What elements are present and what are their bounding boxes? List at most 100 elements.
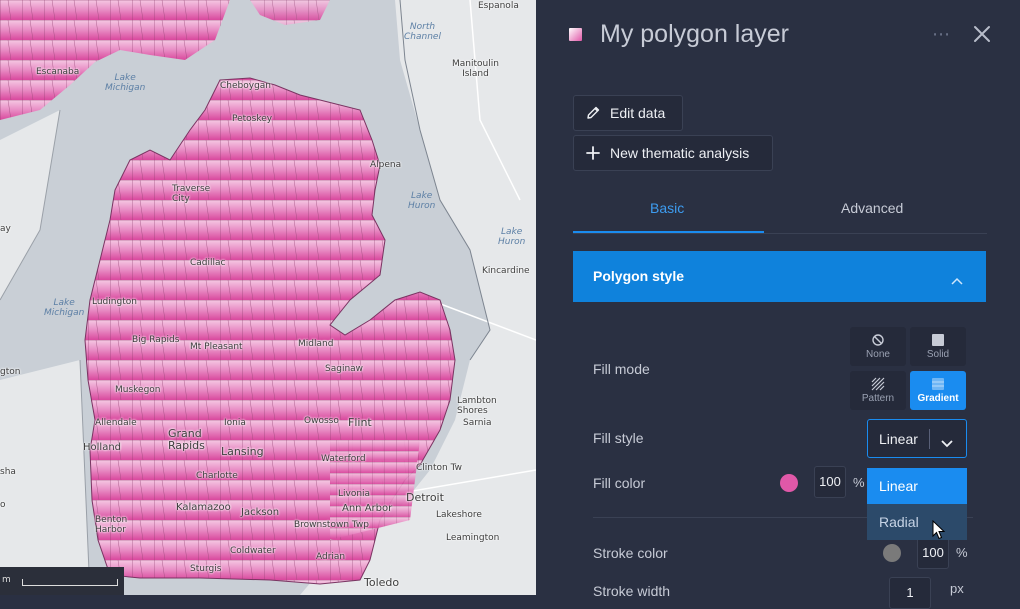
layer-swatch-icon bbox=[569, 28, 582, 41]
new-thematic-analysis-button[interactable]: New thematic analysis bbox=[573, 135, 773, 171]
map-label-sha: sha bbox=[0, 467, 16, 477]
map-label-ionia: Ionia bbox=[224, 418, 246, 428]
fill-mode-none-label: None bbox=[866, 349, 890, 360]
map-label-escanaba: Escanaba bbox=[36, 67, 80, 77]
map-label-espanola: Espanola bbox=[478, 1, 519, 11]
map-label-lansing: Lansing bbox=[221, 445, 264, 458]
map-label-clinton-twp: Clinton Tw bbox=[416, 463, 462, 473]
map-label-alpena: Alpena bbox=[370, 160, 402, 170]
fill-style-label: Fill style bbox=[593, 430, 644, 446]
map-label-gton: gton bbox=[0, 367, 21, 377]
map-label-holland: Holland bbox=[83, 442, 122, 453]
scale-bar: m bbox=[0, 567, 124, 595]
layer-style-panel: My polygon layer ⋯ Edit data New themati… bbox=[536, 0, 1020, 609]
map-label-cheboygan: Cheboygan bbox=[220, 81, 272, 91]
polygon-style-section-header[interactable]: Polygon style bbox=[573, 251, 986, 302]
map-label-sarnia: Sarnia bbox=[463, 418, 492, 428]
map-label-leamington: Leamington bbox=[446, 533, 500, 543]
map-label-flint: Flint bbox=[348, 416, 372, 429]
map-view[interactable]: Espanola North Channel Manitoulin Island… bbox=[0, 0, 536, 595]
edit-data-button[interactable]: Edit data bbox=[573, 95, 683, 131]
map-label-adrian: Adrian bbox=[316, 552, 346, 562]
map-label-traverse-city: Traverse City bbox=[172, 184, 211, 204]
hatch-pattern-icon bbox=[850, 377, 906, 391]
map-label-grand-rapids: Grand Rapids bbox=[168, 427, 205, 452]
map-label-kincardine: Kincardine bbox=[482, 266, 530, 276]
fill-mode-label: Fill mode bbox=[593, 361, 650, 377]
stroke-color-swatch[interactable] bbox=[883, 544, 901, 562]
fill-opacity-unit: % bbox=[853, 475, 865, 490]
map-label-ann-arbor: Ann Arbor bbox=[342, 503, 393, 514]
map-label-o: o bbox=[0, 500, 6, 510]
stroke-width-label: Stroke width bbox=[593, 583, 671, 599]
section-title: Polygon style bbox=[593, 268, 685, 284]
chevron-up-icon bbox=[950, 271, 964, 290]
layer-title[interactable]: My polygon layer bbox=[600, 20, 789, 49]
scale-bar-line bbox=[22, 579, 118, 586]
map-label-big-rapids: Big Rapids bbox=[132, 335, 180, 345]
map-label-kalamazoo: Kalamazoo bbox=[176, 502, 231, 513]
map-label-ludington: Ludington bbox=[92, 297, 137, 307]
map-label-mt-pleasant: Mt Pleasant bbox=[190, 342, 243, 352]
map-label-lake-michigan-2: Lake Michigan bbox=[44, 298, 85, 318]
fill-mode-none-button[interactable]: None bbox=[850, 327, 906, 366]
map-label-lake-michigan-1: Lake Michigan bbox=[105, 73, 146, 93]
map-label-toledo: Toledo bbox=[364, 576, 400, 589]
new-thematic-label: New thematic analysis bbox=[610, 145, 750, 161]
map-label-livonia: Livonia bbox=[338, 489, 371, 499]
stroke-width-unit: px bbox=[950, 581, 964, 596]
fill-opacity-input[interactable]: 100 bbox=[814, 466, 846, 498]
map-label-north-channel: North Channel bbox=[404, 22, 441, 42]
map-label-detroit: Detroit bbox=[406, 491, 444, 504]
map-label-bay: ay bbox=[0, 224, 11, 234]
fill-mode-pattern-label: Pattern bbox=[861, 393, 895, 404]
map-label-manitoulin: Manitoulin Island bbox=[452, 59, 499, 79]
more-options-icon[interactable]: ⋯ bbox=[932, 24, 951, 45]
stroke-width-input[interactable]: 1 bbox=[889, 577, 931, 609]
fill-mode-gradient-button[interactable]: Gradient bbox=[910, 371, 966, 410]
stroke-opacity-unit: % bbox=[956, 545, 968, 560]
fill-style-option-linear[interactable]: Linear bbox=[867, 468, 967, 504]
active-tab-indicator bbox=[573, 231, 764, 233]
select-separator bbox=[929, 429, 930, 449]
tab-advanced[interactable]: Advanced bbox=[841, 200, 903, 216]
map-label-lake-huron-2: Lake Huron bbox=[498, 227, 526, 247]
mouse-cursor-icon bbox=[932, 519, 946, 544]
map-label-allendale: Allendale bbox=[95, 418, 137, 428]
fill-style-option-radial[interactable]: Radial bbox=[867, 504, 967, 540]
map-label-owosso: Owosso bbox=[304, 416, 339, 426]
fill-mode-solid-label: Solid bbox=[926, 349, 950, 360]
plus-icon bbox=[586, 146, 600, 160]
map-label-benton-harbor: Benton Harbor bbox=[95, 515, 128, 535]
fill-mode-solid-button[interactable]: Solid bbox=[910, 327, 966, 366]
map-label-cadillac: Cadillac bbox=[190, 258, 226, 268]
map-label-lake-huron-1: Lake Huron bbox=[408, 191, 436, 211]
map-label-petoskey: Petoskey bbox=[232, 114, 273, 124]
chevron-down-icon bbox=[940, 433, 954, 452]
pencil-icon bbox=[586, 106, 600, 120]
gradient-icon bbox=[910, 377, 966, 391]
scale-unit: m bbox=[2, 575, 11, 585]
close-icon[interactable] bbox=[970, 22, 994, 46]
fill-style-select[interactable]: Linear bbox=[867, 419, 967, 458]
fill-color-swatch[interactable] bbox=[780, 474, 798, 492]
map-label-coldwater: Coldwater bbox=[230, 546, 276, 556]
ban-icon bbox=[850, 333, 906, 347]
map-label-lambton-shores: Lambton Shores bbox=[457, 396, 497, 416]
map-label-jackson: Jackson bbox=[241, 507, 280, 518]
map-label-midland: Midland bbox=[298, 339, 334, 349]
map-label-sturgis: Sturgis bbox=[190, 564, 222, 574]
map-label-charlotte: Charlotte bbox=[196, 471, 238, 481]
map-label-saginaw: Saginaw bbox=[325, 364, 364, 374]
map-label-lakeshore: Lakeshore bbox=[436, 510, 482, 520]
fill-mode-gradient-label: Gradient bbox=[917, 393, 959, 404]
tab-basic[interactable]: Basic bbox=[650, 200, 684, 216]
map-label-waterford: Waterford bbox=[321, 454, 366, 464]
fill-style-dropdown: Linear Radial bbox=[867, 468, 967, 540]
fill-color-label: Fill color bbox=[593, 475, 646, 491]
fill-mode-pattern-button[interactable]: Pattern bbox=[850, 371, 906, 410]
map-label-brownstown: Brownstown Twp bbox=[294, 520, 369, 530]
fill-style-value: Linear bbox=[879, 431, 918, 447]
solid-square-icon bbox=[910, 333, 966, 347]
tab-divider bbox=[573, 233, 987, 234]
